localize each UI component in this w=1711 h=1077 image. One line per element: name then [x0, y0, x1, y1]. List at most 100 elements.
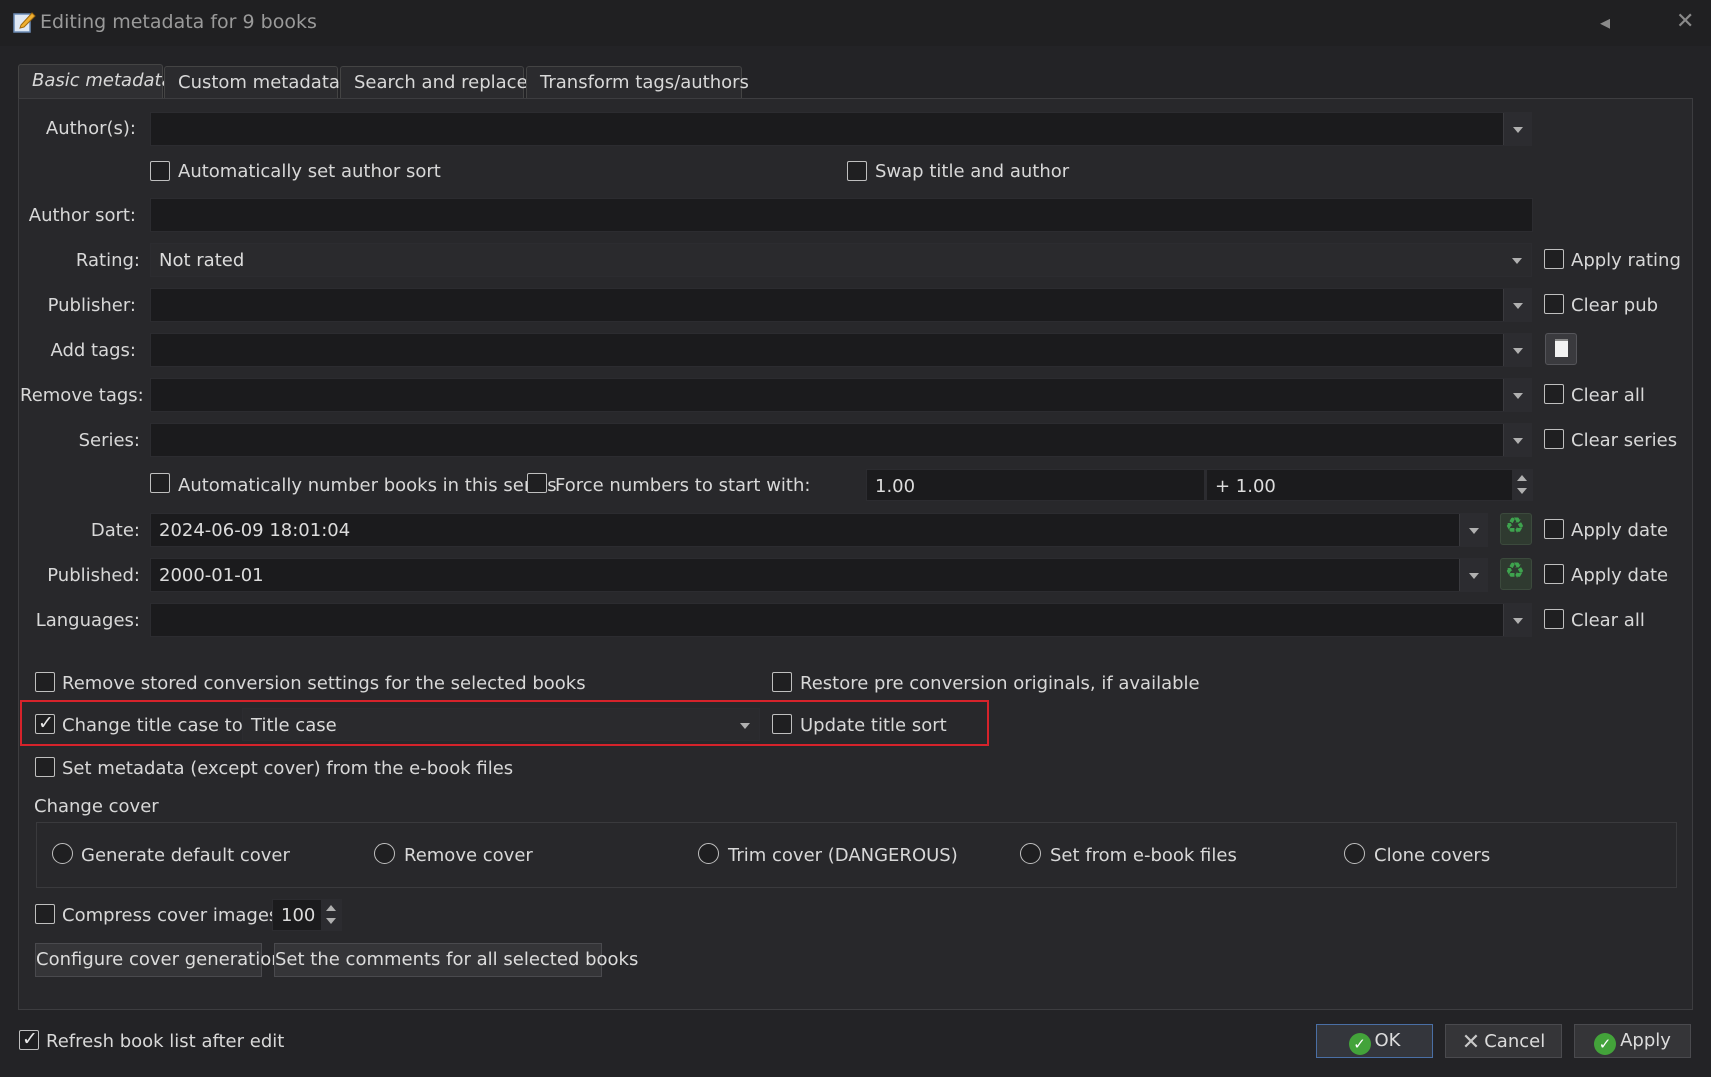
published-label: Published: [47, 565, 140, 586]
clear-pub-label: Clear pub [1571, 295, 1659, 316]
change-title-case-checkbox[interactable] [35, 712, 55, 734]
tab-custom-metadata[interactable]: Custom metadata [164, 66, 340, 98]
rating-select[interactable]: Not rated [150, 243, 1532, 277]
published-value: 2000-01-01 [159, 565, 264, 586]
cross-icon: ✕ [1461, 1030, 1481, 1055]
authors-label: Author(s): [45, 118, 136, 139]
edit-metadata-icon [13, 12, 36, 33]
date-label: Date: [90, 520, 140, 541]
reset-date-icon[interactable] [1500, 513, 1532, 545]
update-title-sort-label: Update title sort [800, 715, 947, 736]
reset-pubdate-icon[interactable] [1500, 558, 1532, 590]
compress-cover-checkbox[interactable] [35, 904, 55, 924]
collapse-icon[interactable]: ◂ [1600, 10, 1610, 34]
configure-cover-button[interactable]: Configure cover generation [35, 943, 283, 977]
apply-button[interactable]: ✓ Apply [1574, 1024, 1691, 1058]
compress-cover-label: Compress cover images: [62, 905, 285, 926]
ok-label: OK [1374, 1030, 1401, 1051]
series-start-value: 1.00 [875, 476, 916, 497]
chevron-down-icon[interactable] [1459, 514, 1487, 546]
authors-combobox[interactable] [150, 112, 1532, 146]
author-sort-label: Author sort: [28, 205, 136, 226]
radio-remove-cover[interactable] [374, 843, 395, 864]
chevron-down-icon[interactable] [1503, 379, 1531, 411]
rating-label: Rating: [75, 250, 140, 271]
series-increment-spinbox[interactable]: + 1.00 [1206, 469, 1533, 501]
chevron-down-icon[interactable] [1503, 604, 1531, 636]
add-tags-combobox[interactable] [150, 333, 1532, 367]
chevron-down-icon[interactable] [1503, 334, 1531, 366]
check-icon: ✓ [1594, 1033, 1617, 1055]
remove-cover-label: Remove cover [404, 845, 533, 866]
set-metadata-from-files-checkbox[interactable] [35, 757, 55, 777]
force-numbers-label: Force numbers to start with: [555, 475, 811, 496]
set-comments-button[interactable]: Set the comments for all selected books [274, 943, 638, 977]
swap-title-author-label: Swap title and author [875, 161, 1070, 182]
publisher-label: Publisher: [47, 295, 136, 316]
apply-date-checkbox[interactable] [1544, 519, 1564, 539]
change-cover-heading: Change cover [34, 796, 159, 817]
apply-rating-checkbox[interactable] [1544, 249, 1564, 269]
apply-date-label: Apply date [1571, 520, 1669, 541]
tab-search-replace[interactable]: Search and replace [340, 66, 528, 98]
cancel-label: Cancel [1484, 1031, 1546, 1052]
clone-covers-label: Clone covers [1374, 845, 1491, 866]
refresh-list-label: Refresh book list after edit [46, 1031, 285, 1052]
chevron-down-icon[interactable] [1503, 424, 1531, 456]
swap-title-author-checkbox[interactable] [847, 161, 867, 181]
apply-rating-label: Apply rating [1571, 250, 1681, 271]
cancel-button[interactable]: ✕ Cancel [1445, 1024, 1562, 1058]
tab-transform-tags[interactable]: Transform tags/authors [526, 66, 749, 98]
radio-set-from-files[interactable] [1020, 843, 1041, 864]
trim-cover-label: Trim cover (DANGEROUS) [728, 845, 958, 866]
auto-author-sort-checkbox[interactable] [150, 161, 170, 181]
chevron-down-icon[interactable] [1503, 289, 1531, 321]
languages-combobox[interactable] [150, 603, 1532, 637]
radio-trim-cover[interactable] [698, 843, 719, 864]
set-metadata-from-files-label: Set metadata (except cover) from the e-b… [62, 758, 514, 779]
clear-all-tags-checkbox[interactable] [1544, 384, 1564, 404]
auto-author-sort-label: Automatically set author sort [178, 161, 441, 182]
remove-tags-combobox[interactable] [150, 378, 1532, 412]
close-icon[interactable]: ✕ [1676, 9, 1694, 34]
tab-basic-metadata[interactable]: Basic metadata [18, 64, 173, 98]
clear-all-tags-label: Clear all [1571, 385, 1645, 406]
set-from-files-label: Set from e-book files [1050, 845, 1237, 866]
spin-arrows-icon[interactable] [321, 900, 341, 930]
date-input[interactable]: 2024-06-09 18:01:04 [150, 513, 1488, 547]
force-numbers-checkbox[interactable] [527, 473, 547, 493]
compress-quality-spinbox[interactable]: 100 [272, 899, 342, 931]
rating-value: Not rated [159, 250, 245, 271]
title-case-value: Title case [251, 715, 337, 736]
published-input[interactable]: 2000-01-01 [150, 558, 1488, 592]
chevron-down-icon[interactable] [1503, 244, 1531, 276]
check-icon: ✓ [1348, 1033, 1371, 1055]
add-tags-label: Add tags: [50, 340, 136, 361]
ok-button[interactable]: ✓ OK [1316, 1024, 1433, 1058]
series-start-spinbox[interactable]: 1.00 [866, 469, 1225, 501]
chevron-down-icon[interactable] [1503, 113, 1531, 145]
clear-languages-checkbox[interactable] [1544, 609, 1564, 629]
auto-number-checkbox[interactable] [150, 473, 170, 493]
chevron-down-icon[interactable] [1459, 559, 1487, 591]
tag-editor-icon[interactable] [1545, 333, 1577, 365]
apply-pubdate-checkbox[interactable] [1544, 564, 1564, 584]
publisher-combobox[interactable] [150, 288, 1532, 322]
radio-clone-covers[interactable] [1344, 843, 1365, 864]
languages-label: Languages: [35, 610, 140, 631]
chevron-down-icon[interactable] [731, 709, 759, 741]
apply-label: Apply [1620, 1030, 1671, 1051]
series-combobox[interactable] [150, 423, 1532, 457]
radio-generate-cover[interactable] [52, 843, 73, 864]
apply-pubdate-label: Apply date [1571, 565, 1669, 586]
clear-series-checkbox[interactable] [1544, 429, 1564, 449]
clear-pub-checkbox[interactable] [1544, 294, 1564, 314]
spin-arrows-icon[interactable] [1512, 470, 1532, 500]
refresh-list-checkbox[interactable] [19, 1028, 39, 1050]
series-label: Series: [78, 430, 140, 451]
update-title-sort-checkbox[interactable] [772, 714, 792, 734]
restore-originals-checkbox[interactable] [772, 672, 792, 692]
author-sort-input[interactable] [150, 198, 1533, 232]
title-case-select[interactable]: Title case [242, 708, 760, 741]
remove-conversion-checkbox[interactable] [35, 672, 55, 692]
